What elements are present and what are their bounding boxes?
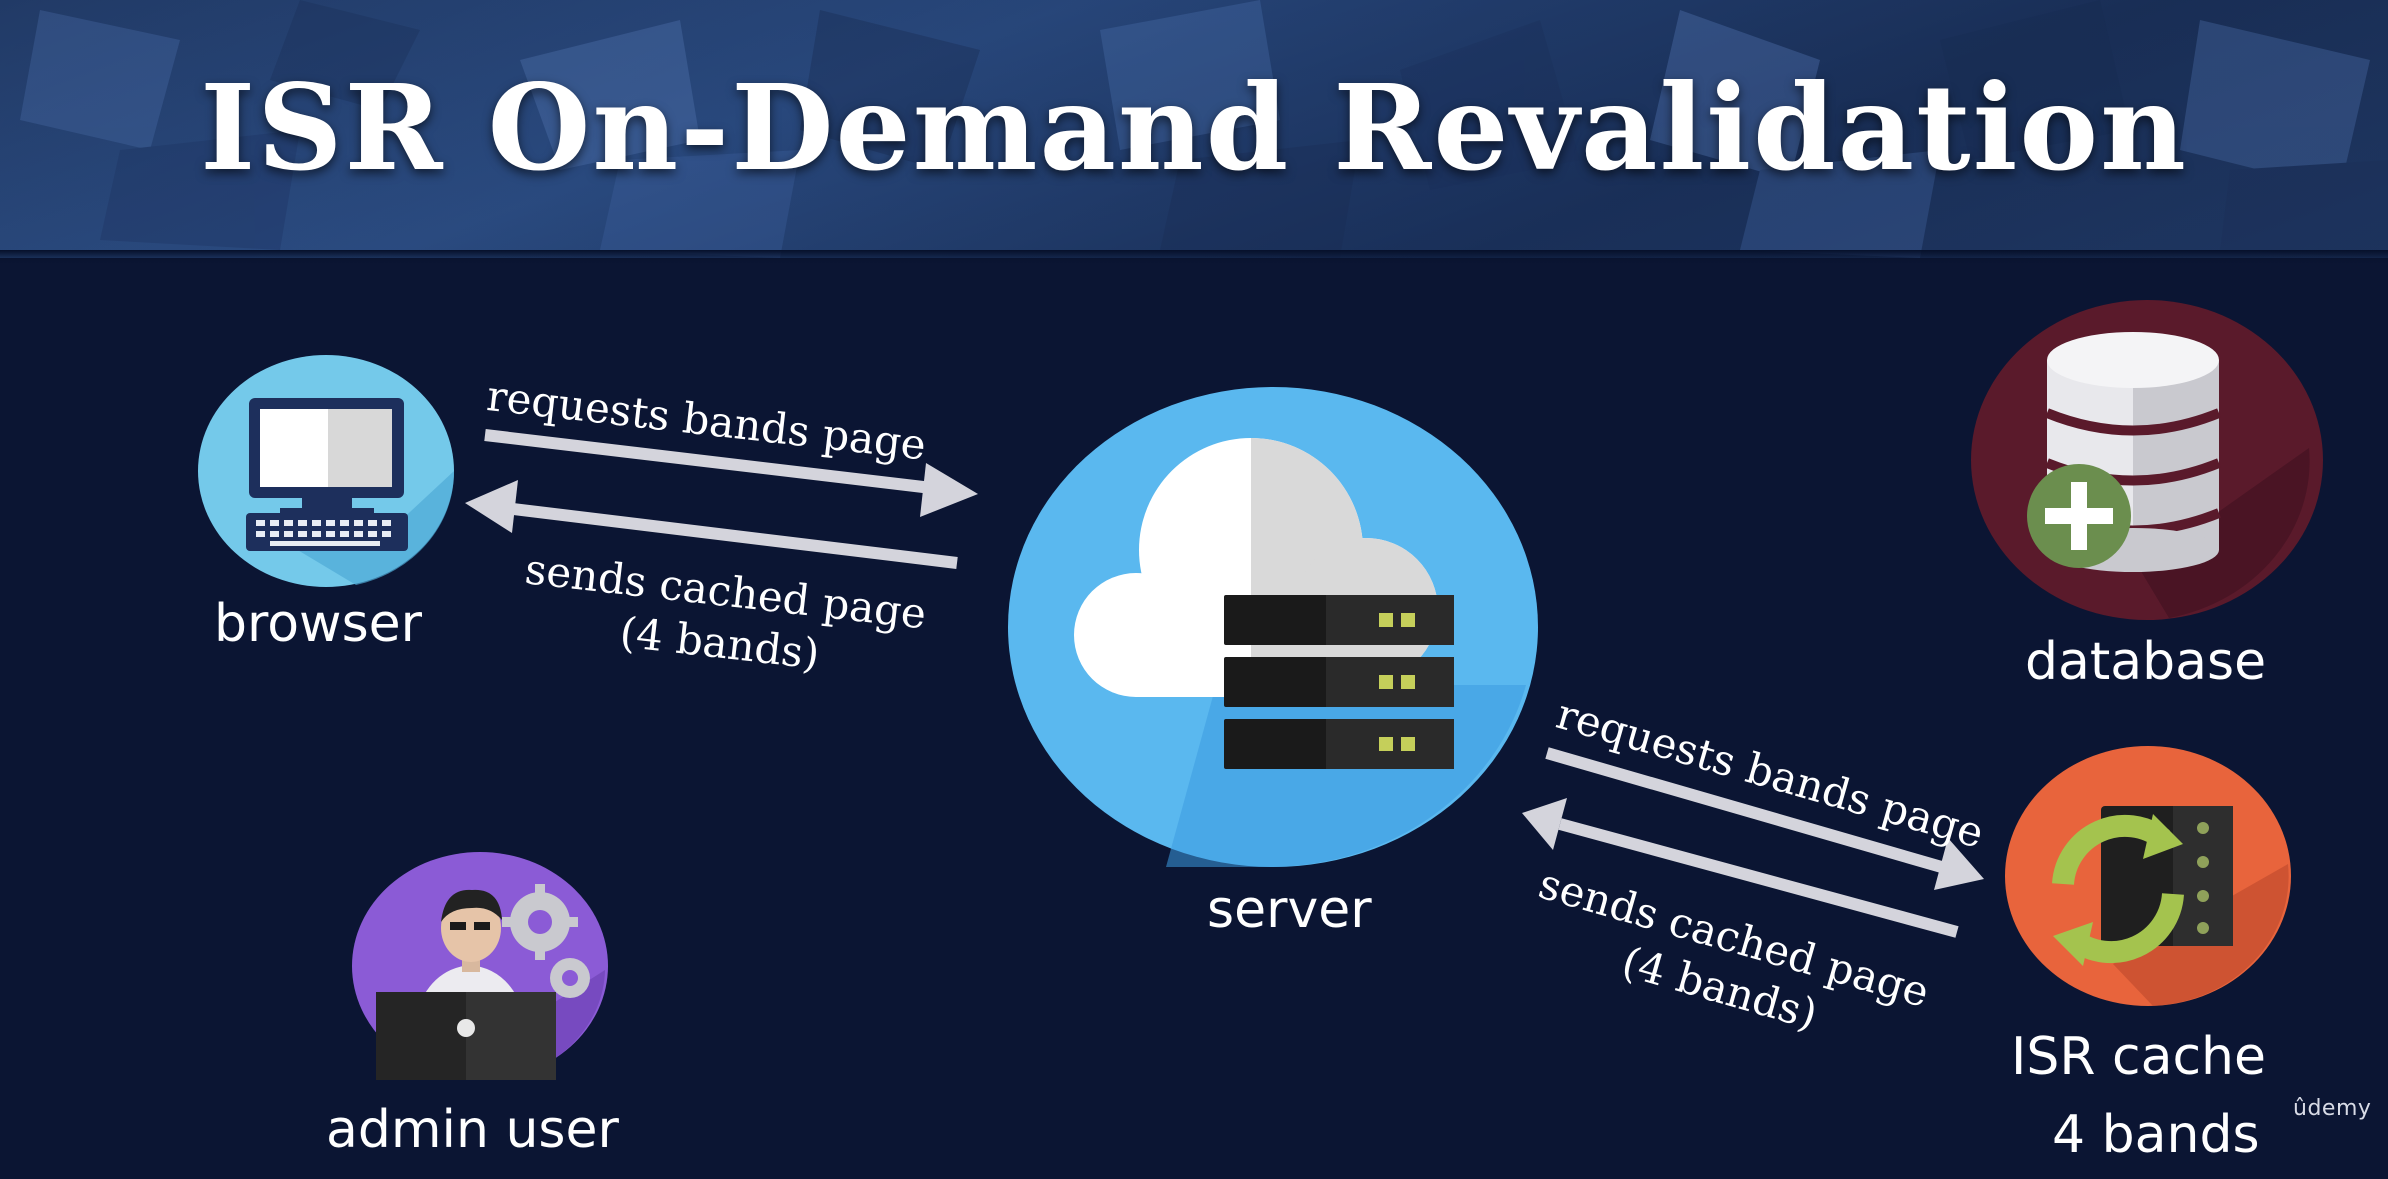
browser-label: browser bbox=[214, 594, 423, 654]
isr-cache-label-line1: ISR cache bbox=[2011, 1027, 2266, 1087]
monitor-icon bbox=[198, 355, 455, 587]
edge-label-browser-to-server: requests bands page bbox=[484, 370, 929, 470]
database-label: database bbox=[2025, 632, 2267, 692]
arrowhead-server bbox=[920, 463, 978, 517]
cache-refresh-icon bbox=[2005, 746, 2291, 1006]
cloud-server-icon bbox=[1008, 387, 1538, 867]
arrowhead-browser bbox=[465, 480, 518, 533]
udemy-watermark: ûdemy bbox=[2293, 1096, 2372, 1121]
edge-label-server-to-browser: sends cached page (4 bands) bbox=[488, 540, 957, 695]
edge-label-cache-to-server: sends cached page (4 bands) bbox=[1491, 850, 1962, 1077]
header-shadow bbox=[0, 250, 2388, 264]
admin-laptop-icon bbox=[352, 852, 608, 1080]
isr-cache-label-line2: 4 bands bbox=[2052, 1105, 2260, 1165]
database-add-icon bbox=[1971, 300, 2323, 620]
header-banner: ISR On-Demand Revalidation bbox=[0, 0, 2388, 258]
admin-user-label: admin user bbox=[326, 1100, 619, 1160]
server-label: server bbox=[1207, 880, 1372, 940]
edge-label-server-to-cache: requests bands page bbox=[1551, 688, 1990, 858]
page-title: ISR On-Demand Revalidation bbox=[200, 58, 2188, 197]
